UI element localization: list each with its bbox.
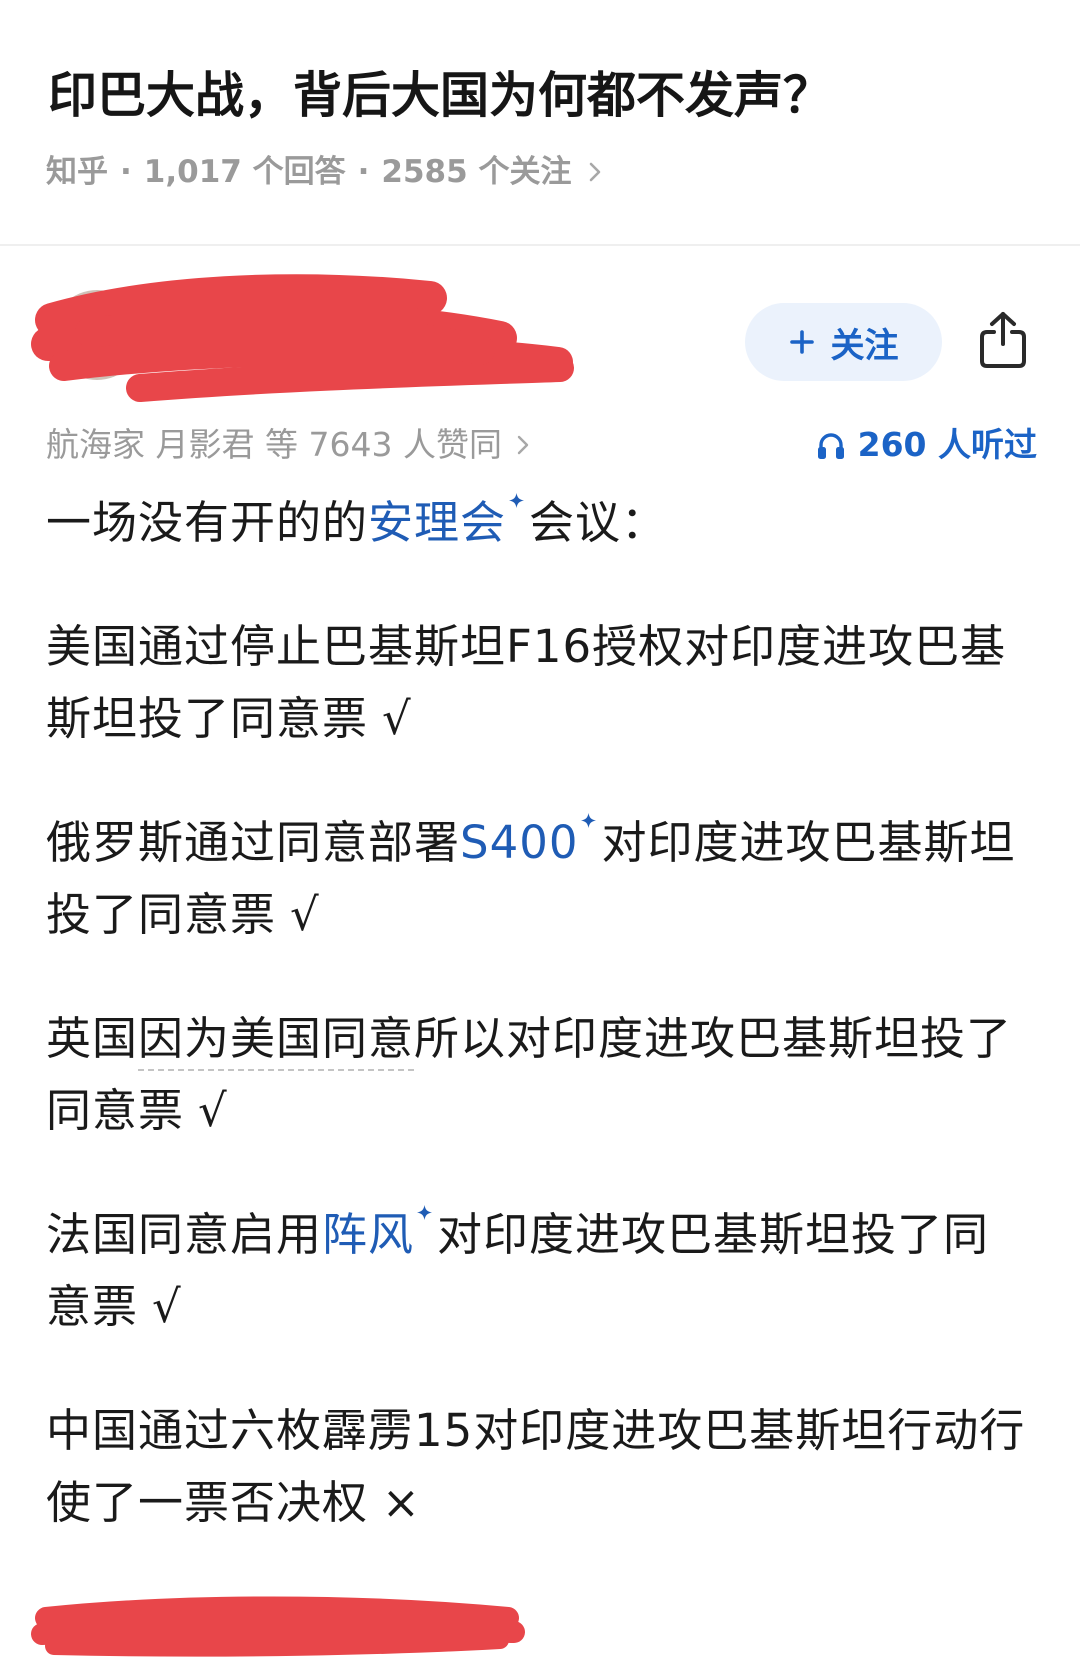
check-mark: √ bbox=[198, 1084, 228, 1137]
upvote-text: 航海家 月影君 等 7643 人赞同 bbox=[46, 425, 502, 464]
paragraph-text: 使了一票否决权 bbox=[46, 1476, 369, 1529]
check-mark: √ bbox=[290, 888, 320, 941]
sparkle-icon bbox=[509, 493, 525, 508]
dashed-underline-term[interactable]: 因为美国同意 bbox=[138, 1012, 415, 1071]
answer-paragraph: 中国通过六枚霹雳15对印度进攻巴基斯坦行动行 使了一票否决权 × bbox=[46, 1395, 1046, 1539]
follow-button-label: 关注 bbox=[830, 325, 899, 366]
follow-button[interactable]: 关注 bbox=[745, 303, 942, 381]
upvote-summary[interactable]: 航海家 月影君 等 7643 人赞同 bbox=[46, 425, 530, 465]
answer-paragraph: 美国通过停止巴基斯坦F16授权对印度进攻巴基 斯坦投了同意票 √ bbox=[46, 611, 1046, 755]
link-security-council[interactable]: 安理会 bbox=[368, 496, 506, 549]
cross-mark: × bbox=[382, 1476, 421, 1529]
paragraph-text: 投了同意票 bbox=[46, 888, 277, 941]
meta-separator: · bbox=[120, 154, 132, 190]
link-s400[interactable]: S400 bbox=[460, 816, 578, 869]
answer-count: 1,017 个回答 bbox=[143, 154, 346, 190]
paragraph-text: 美国通过停止巴基斯坦F16授权对印度进攻巴基 bbox=[46, 620, 1007, 673]
check-mark: √ bbox=[382, 692, 412, 745]
chevron-right-icon bbox=[589, 162, 600, 182]
share-button[interactable] bbox=[978, 310, 1028, 368]
question-title[interactable]: 印巴大战，背后大国为何都不发声？ bbox=[48, 64, 832, 128]
paragraph-text: 对印度进攻巴基斯坦投了同 bbox=[437, 1208, 990, 1261]
follower-count: 2585 个关注 bbox=[381, 154, 572, 190]
share-icon bbox=[980, 312, 1026, 368]
chevron-right-icon bbox=[517, 435, 529, 455]
source-label: 知乎 bbox=[46, 154, 108, 190]
listen-count-text: 260 人听过 bbox=[857, 425, 1037, 464]
question-meta[interactable]: 知乎 · 1,017 个回答 · 2585 个关注 bbox=[46, 152, 602, 192]
headphones-icon bbox=[817, 433, 844, 459]
sparkle-icon bbox=[417, 1205, 433, 1220]
paragraph-text: 所以对印度进攻巴基斯坦投了 bbox=[414, 1012, 1013, 1065]
sparkle-icon bbox=[581, 813, 597, 828]
paragraph-text: 会议： bbox=[529, 496, 668, 549]
answer-content: 一场没有开的的安理会 会议： 美国通过停止巴基斯坦F16授权对印度进攻巴基 斯坦投了… bbox=[46, 487, 1046, 1591]
answer-paragraph: 英国因为美国同意所以对印度进攻巴基斯坦投了同意票 √ bbox=[46, 1003, 1046, 1147]
answer-paragraph: 一场没有开的的安理会 会议： bbox=[46, 487, 1046, 559]
paragraph-text: 中国通过六枚霹雳15对印度进攻巴基斯坦行动行 bbox=[46, 1404, 1026, 1457]
answer-paragraph: 法国同意启用阵风 对印度进攻巴基斯坦投了同意票 √ bbox=[46, 1199, 1046, 1343]
paragraph-text: 一场没有开的的 bbox=[46, 496, 369, 549]
plus-icon bbox=[789, 330, 814, 354]
check-mark: √ bbox=[152, 1280, 182, 1333]
paragraph-text: 俄罗斯通过同意部署 bbox=[46, 816, 461, 869]
paragraph-text: 法国同意启用 bbox=[46, 1208, 323, 1261]
divider bbox=[0, 244, 1080, 246]
paragraph-text: 英国 bbox=[46, 1012, 139, 1065]
paragraph-text: 斯坦投了同意票 bbox=[46, 692, 369, 745]
redaction-scribble bbox=[31, 274, 574, 402]
meta-separator: · bbox=[357, 154, 370, 190]
paragraph-text: 同意票 bbox=[46, 1084, 185, 1137]
listen-count[interactable]: 260 人听过 bbox=[816, 425, 1037, 465]
paragraph-text: 对印度进攻巴基斯坦 bbox=[601, 816, 1016, 869]
redaction-scribble bbox=[31, 1596, 525, 1657]
link-rafale[interactable]: 阵风 bbox=[322, 1208, 414, 1261]
answer-paragraph: 俄罗斯通过同意部署S400 对印度进攻巴基斯坦投了同意票 √ bbox=[46, 807, 1046, 951]
paragraph-text: 意票 bbox=[46, 1280, 139, 1333]
